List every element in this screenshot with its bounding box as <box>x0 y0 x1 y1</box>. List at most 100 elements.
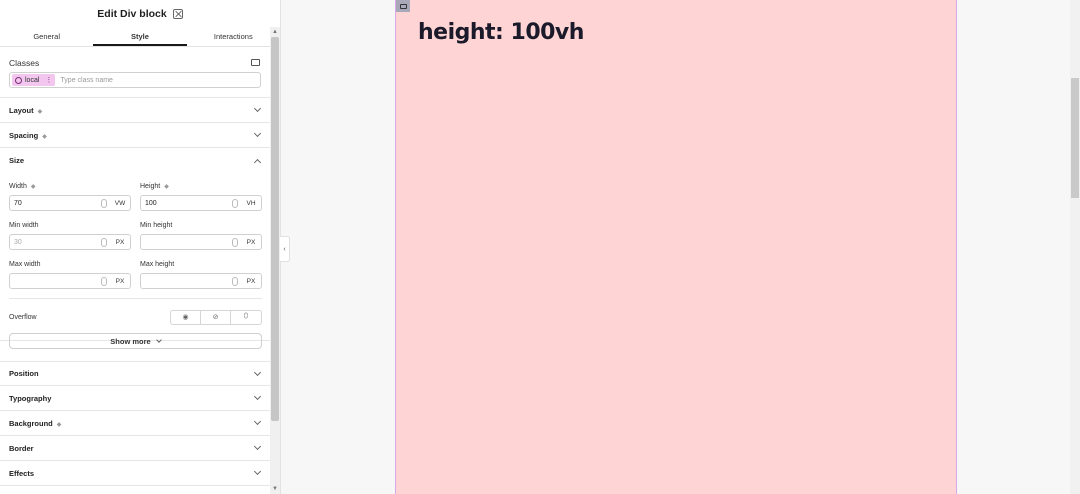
panel-scrollbar[interactable]: ▲ ▼ <box>270 27 280 494</box>
tab-bar: General Style Interactions <box>0 27 280 47</box>
canvas: height: 100vh <box>290 0 1080 494</box>
height-label: Height <box>140 183 161 190</box>
height-input[interactable]: 100 VH <box>140 195 262 211</box>
show-more-button[interactable]: Show more <box>9 333 262 349</box>
local-icon <box>15 76 22 84</box>
min-width-unit[interactable]: PX <box>112 239 128 246</box>
max-width-label: Max width <box>9 261 41 268</box>
element-tag-icon[interactable] <box>396 0 410 12</box>
modified-dot-icon: ◆ <box>56 421 62 428</box>
height-value: 100 <box>145 199 157 207</box>
section-position-label: Position <box>9 369 39 378</box>
chevron-down-icon <box>155 337 162 343</box>
modified-dot-icon: ◆ <box>42 133 47 140</box>
chevron-down-icon <box>253 368 262 376</box>
height-unit[interactable]: VH <box>243 200 259 207</box>
section-typography-label: Typography <box>9 393 52 403</box>
stepper-icon[interactable] <box>232 198 238 208</box>
chevron-up-icon <box>253 158 262 166</box>
width-input[interactable]: 70 VW <box>9 195 131 211</box>
classes-label: Classes <box>9 58 40 68</box>
size-body: Width ◆ 70 VW Height ◆ 100 VH Min width 3 <box>0 173 270 349</box>
collapse-panel-button[interactable]: ‹ <box>280 236 290 262</box>
section-size-label: Size <box>9 156 25 165</box>
class-input[interactable]: local ⋮ Type class name <box>9 72 261 88</box>
panel-title: Edit Div block <box>97 7 167 20</box>
panel-scrollbar-thumb[interactable] <box>271 37 279 421</box>
divider <box>9 298 262 299</box>
section-border[interactable]: Border <box>0 436 270 461</box>
width-label: Width <box>9 183 27 190</box>
section-layout-label: Layout <box>9 105 34 115</box>
min-height-label: Min height <box>140 222 173 229</box>
classes-section: Classes local ⋮ Type class name <box>0 48 270 98</box>
chevron-down-icon <box>253 129 262 138</box>
class-chip-label: local <box>25 76 40 84</box>
canvas-scrollbar-thumb[interactable] <box>1071 78 1079 198</box>
more-icon[interactable]: ⋮ <box>45 76 52 84</box>
show-more-label: Show more <box>110 336 151 346</box>
width-value: 70 <box>14 199 22 207</box>
chevron-down-icon <box>253 392 262 401</box>
modified-dot-icon: ◆ <box>164 184 169 190</box>
eye-off-icon[interactable]: ⊘ <box>201 310 231 324</box>
width-field: Width ◆ 70 VW <box>9 183 131 211</box>
section-spacing[interactable]: Spacing ◆ <box>0 123 270 148</box>
section-effects-label: Effects <box>9 468 35 478</box>
max-width-field: Max width PX <box>9 261 131 289</box>
class-chip[interactable]: local ⋮ <box>12 74 56 86</box>
stepper-icon[interactable] <box>101 276 107 286</box>
min-width-field: Min width 30 PX <box>9 222 131 250</box>
modified-dot-icon: ◆ <box>30 184 36 190</box>
overflow-row: Overflow ◉ ⊘ ⩇ <box>9 307 262 327</box>
min-width-placeholder: 30 <box>14 238 22 246</box>
modified-dot-icon: ◆ <box>37 108 43 115</box>
panel-header: Edit Div block <box>0 0 280 27</box>
section-typography[interactable]: Typography <box>0 386 270 411</box>
stepper-icon[interactable] <box>232 237 238 247</box>
folder-icon[interactable] <box>251 59 260 66</box>
tab-interactions[interactable]: Interactions <box>187 27 280 46</box>
section-layout[interactable]: Layout ◆ <box>0 98 270 123</box>
canvas-scrollbar[interactable] <box>1070 0 1080 494</box>
min-height-input[interactable]: PX <box>140 234 262 250</box>
eye-icon[interactable]: ◉ <box>171 310 201 324</box>
chevron-down-icon <box>253 442 262 451</box>
canvas-heading: height: 100vh <box>418 20 584 45</box>
stepper-icon[interactable] <box>101 237 107 247</box>
min-height-field: Min height PX <box>140 222 262 250</box>
scroll-up-icon[interactable]: ▲ <box>272 29 278 35</box>
chevron-down-icon <box>253 104 262 113</box>
class-input-placeholder: Type class name <box>60 76 113 84</box>
scroll-icon[interactable]: ⩇ <box>231 311 261 324</box>
overflow-toggle-group: ◉ ⊘ ⩇ <box>170 309 262 325</box>
close-icon[interactable] <box>172 8 183 19</box>
min-height-unit[interactable]: PX <box>243 239 259 246</box>
max-height-label: Max height <box>140 261 175 268</box>
overflow-label: Overflow <box>9 313 37 321</box>
div-block[interactable]: height: 100vh <box>395 0 957 494</box>
section-background-label: Background <box>9 418 53 428</box>
section-position[interactable]: Position <box>0 361 270 386</box>
max-height-field: Max height PX <box>140 261 262 289</box>
stepper-icon[interactable] <box>232 276 238 286</box>
max-width-input[interactable]: PX <box>9 273 131 289</box>
section-effects[interactable]: Effects <box>0 461 270 486</box>
stepper-icon[interactable] <box>101 198 107 208</box>
scroll-down-icon[interactable]: ▼ <box>272 486 278 492</box>
max-width-unit[interactable]: PX <box>112 278 128 285</box>
height-field: Height ◆ 100 VH <box>140 183 262 211</box>
tab-style[interactable]: Style <box>93 27 187 46</box>
edit-panel: Edit Div block General Style Interaction… <box>0 0 281 494</box>
section-border-label: Border <box>9 443 34 453</box>
section-background[interactable]: Background ◆ <box>0 411 270 436</box>
chevron-down-icon <box>253 417 262 426</box>
section-spacing-label: Spacing <box>9 130 39 140</box>
min-width-input[interactable]: 30 PX <box>9 234 131 250</box>
tab-general[interactable]: General <box>0 27 93 46</box>
chevron-down-icon <box>253 467 262 476</box>
max-height-input[interactable]: PX <box>140 273 262 289</box>
section-size[interactable]: Size <box>0 148 270 173</box>
width-unit[interactable]: VW <box>112 200 128 207</box>
max-height-unit[interactable]: PX <box>243 278 259 285</box>
